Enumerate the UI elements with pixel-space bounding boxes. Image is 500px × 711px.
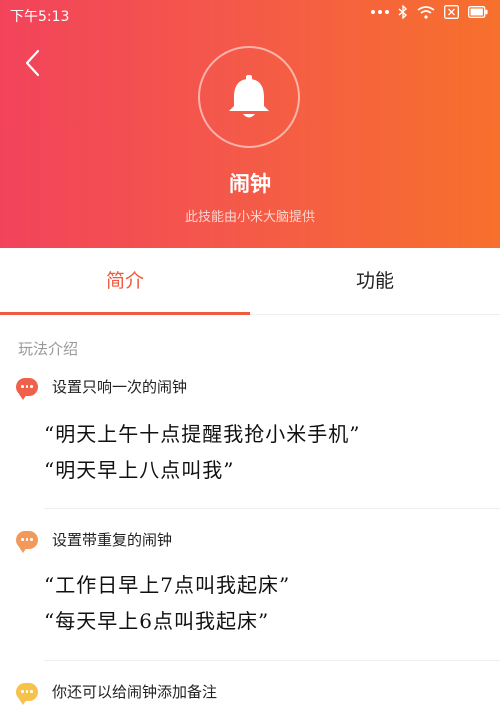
example-phrase[interactable]: “每天早上6点叫我起床” [44,605,269,634]
tab-features[interactable]: 功能 [250,248,500,314]
usage-heading-text: 设置只响一次的闹钟 [52,378,188,396]
usage-heading-text: 设置带重复的闹钟 [52,531,173,549]
example-phrase[interactable]: “明天上午十点提醒我抢小米手机” [44,418,360,447]
sim-card-icon [444,5,459,19]
divider [44,508,500,509]
skill-title: 闹钟 [229,172,271,196]
usage-heading: 设置带重复的闹钟 [16,529,173,553]
alarm-avatar [198,46,300,148]
usage-heading-text: 你还可以给闹钟添加备注 [52,683,218,701]
skill-subtitle: 此技能由小米大脑提供 [184,210,315,225]
usage-heading: 设置只响一次的闹钟 [16,376,188,400]
example-phrase[interactable]: “工作日早上7点叫我起床” [44,569,290,598]
section-label: 玩法介绍 [18,340,79,358]
usage-heading: 你还可以给闹钟添加备注 [16,681,218,705]
example-phrase[interactable]: “明天早上八点叫我” [44,454,234,483]
wifi-icon [417,5,435,19]
status-time: 下午5:13 [10,9,70,25]
divider [44,660,500,661]
tab-bar: 简介 功能 [0,248,500,315]
tab-intro[interactable]: 简介 [0,248,250,314]
status-bar: 下午5:13 [0,0,500,30]
more-dots-icon [371,10,389,14]
active-tab-indicator [0,312,250,315]
chat-bubble-icon [16,530,38,553]
status-icons [371,5,488,19]
bluetooth-icon [398,5,408,19]
bell-icon [229,75,269,118]
chat-bubble-icon [16,377,38,400]
skill-header: 下午5:13 闹钟 此技能由小米大脑提供 [0,0,500,248]
battery-icon [468,6,488,18]
back-arrow-icon[interactable] [22,48,46,78]
chat-bubble-icon [16,682,38,705]
